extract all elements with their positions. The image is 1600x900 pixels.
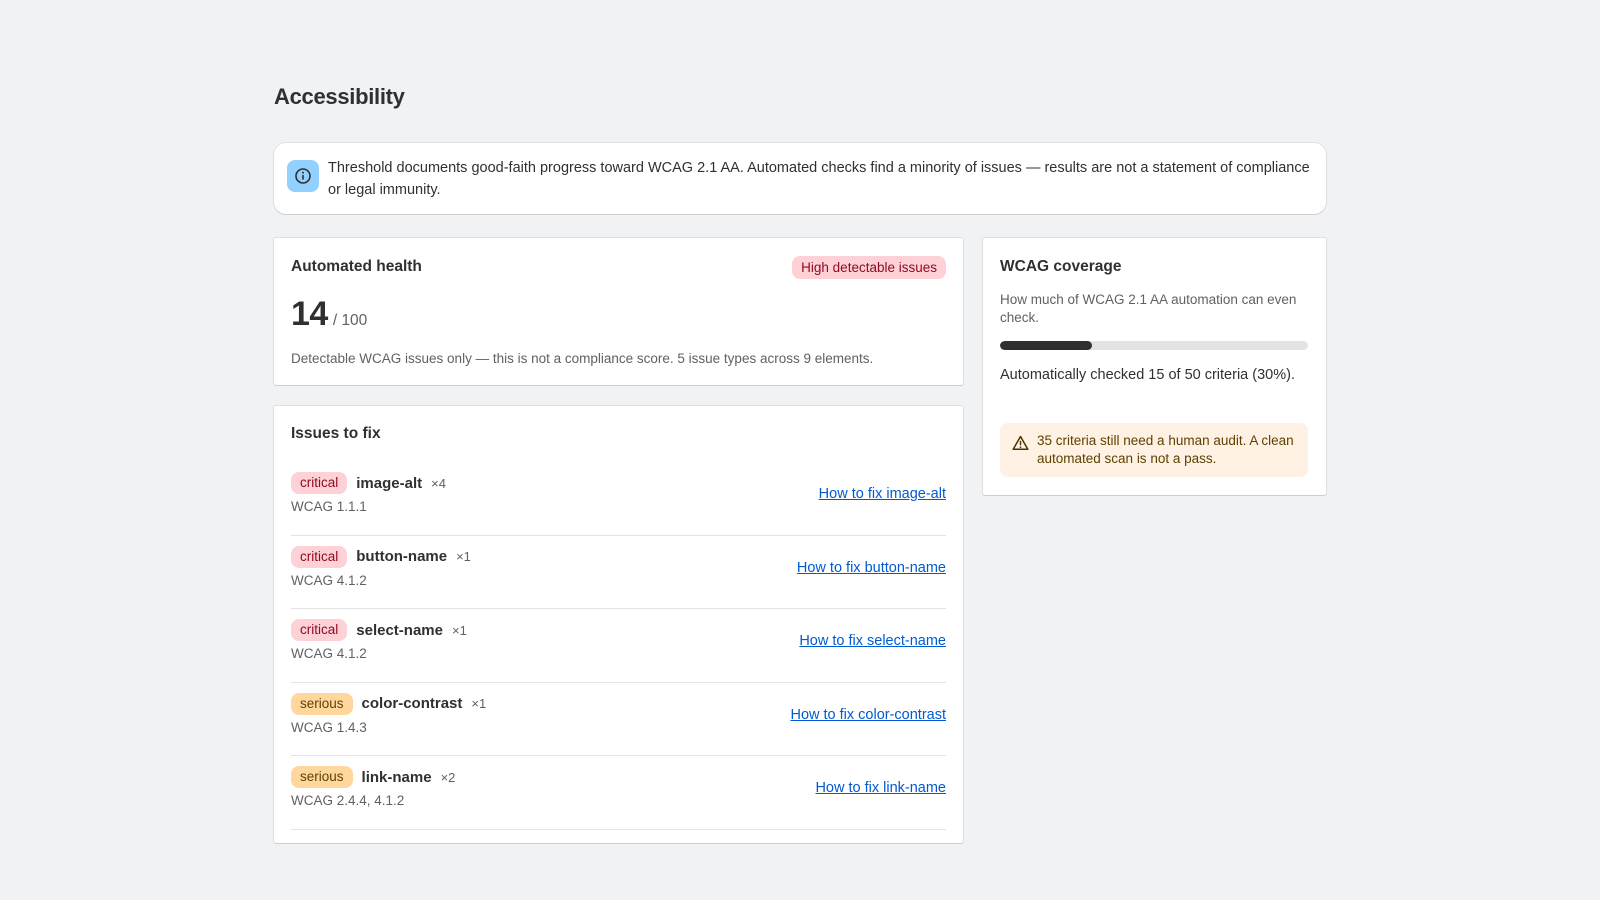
info-icon <box>287 160 319 192</box>
severity-badge: critical <box>291 472 348 494</box>
fix-link-color-contrast[interactable]: How to fix color-contrast <box>790 707 946 723</box>
rule-name: select-name <box>356 621 443 639</box>
coverage-progress-fill <box>1000 341 1093 350</box>
severity-badge: critical <box>291 545 348 568</box>
warning-icon <box>1012 435 1029 456</box>
fix-link-select-name[interactable]: How to fix select-name <box>799 633 946 649</box>
issues-card: Issues to fix critical image-alt ×4 WCAG… <box>274 406 963 843</box>
score-value: 14 <box>291 295 328 333</box>
fix-link-button-name[interactable]: How to fix button-name <box>797 560 946 576</box>
wcag-reference: WCAG 4.1.2 <box>291 646 367 661</box>
issues-title: Issues to fix <box>291 425 381 442</box>
automated-health-card: Automated health High detectable issues … <box>274 238 963 385</box>
score-max: / 100 <box>332 312 368 329</box>
health-title: Automated health <box>291 258 422 275</box>
issue-row: serious link-name ×2 WCAG 2.4.4, 4.1.2 H… <box>291 756 946 830</box>
wcag-coverage-card: WCAG coverage How much of WCAG 2.1 AA au… <box>983 238 1326 495</box>
issue-count: ×1 <box>471 696 487 711</box>
issue-count: ×1 <box>456 549 471 564</box>
fix-link-image-alt[interactable]: How to fix image-alt <box>819 486 946 502</box>
rule-name: image-alt <box>356 474 423 492</box>
rule-name: button-name <box>356 548 448 565</box>
coverage-checked-text: Automatically checked 15 of 50 criteria … <box>1000 367 1295 383</box>
issue-count: ×2 <box>440 769 456 785</box>
health-score: 14 / 100 <box>291 295 367 334</box>
issue-row: critical image-alt ×4 WCAG 1.1.1 How to … <box>291 462 946 536</box>
severity-badge: critical <box>291 619 348 641</box>
info-banner: Threshold documents good-faith progress … <box>274 143 1326 214</box>
severity-badge: serious <box>291 766 353 788</box>
issue-row: critical button-name ×1 WCAG 4.1.2 How t… <box>291 536 946 609</box>
wcag-reference: WCAG 1.1.1 <box>291 499 367 514</box>
coverage-description: How much of WCAG 2.1 AA automation can e… <box>1000 292 1297 325</box>
issue-row: serious color-contrast ×1 WCAG 1.4.3 How… <box>291 683 946 756</box>
coverage-progress-bar <box>1000 341 1308 350</box>
human-audit-warning: 35 criteria still need a human audit. A … <box>1000 423 1308 477</box>
wcag-reference: WCAG 2.4.4, 4.1.2 <box>291 793 405 808</box>
warning-text: 35 criteria still need a human audit. A … <box>1037 433 1294 466</box>
wcag-reference: WCAG 4.1.2 <box>291 572 367 588</box>
severity-badge: serious <box>291 692 353 715</box>
coverage-title: WCAG coverage <box>1000 258 1122 275</box>
rule-name: color-contrast <box>361 695 463 712</box>
fix-link-link-name[interactable]: How to fix link-name <box>815 780 946 796</box>
banner-text: Threshold documents good-faith progress … <box>328 160 1310 198</box>
issue-list: critical image-alt ×4 WCAG 1.1.1 How to … <box>291 462 946 830</box>
status-badge: High detectable issues <box>792 256 946 279</box>
page-title: Accessibility <box>274 84 405 109</box>
issue-count: ×1 <box>451 622 467 638</box>
issue-count: ×4 <box>431 475 446 491</box>
health-note: Detectable WCAG issues only — this is no… <box>291 351 874 366</box>
issue-row: critical select-name ×1 WCAG 4.1.2 How t… <box>291 609 946 683</box>
wcag-reference: WCAG 1.4.3 <box>291 719 367 735</box>
rule-name: link-name <box>361 768 432 786</box>
